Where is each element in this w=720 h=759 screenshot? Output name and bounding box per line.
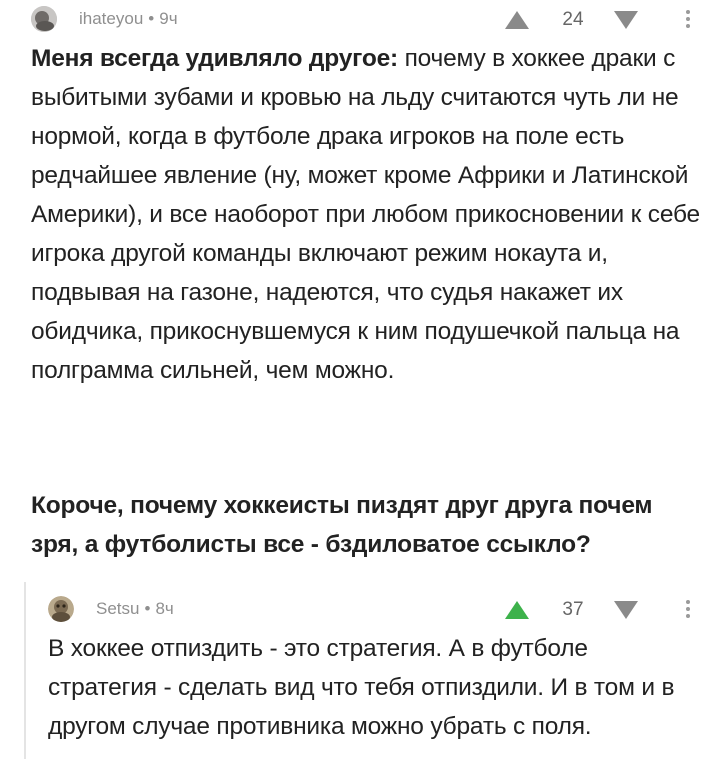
reply-author-name[interactable]: Setsu [96,599,139,618]
avatar-image [31,6,57,32]
more-dots-icon [683,10,693,28]
comment-time[interactable]: 9ч [159,9,177,28]
upvote-icon [505,601,529,619]
comment-conclusion-text: Короче, почему хоккеисты пиздят друг дру… [31,492,653,558]
reply-upvote-button[interactable] [504,599,530,621]
comment-header: ihateyou • 9ч 24 [0,0,720,40]
downvote-button[interactable] [613,9,639,31]
reply-avatar-image [48,596,74,622]
upvote-icon [505,11,529,29]
downvote-icon [614,601,638,619]
reply-downvote-button[interactable] [613,599,639,621]
meta-separator: • [148,9,155,28]
avatar[interactable] [31,6,57,32]
more-menu-button[interactable] [683,7,693,33]
reply-body: В хоккее отпиздить - это стратегия. А в … [48,629,703,746]
reply-rating: 37 [562,599,584,620]
reply-more-menu-button[interactable] [683,597,693,623]
comment-text: почему в хоккее драки с выбитыми зубами … [31,45,700,384]
comment-body: Меня всегда удивляло другое: почему в хо… [31,39,701,390]
upvote-button[interactable] [504,9,530,31]
more-dots-icon [683,600,693,618]
reply-avatar[interactable] [48,596,74,622]
author-name[interactable]: ihateyou [79,9,143,28]
author-line: ihateyou • 9ч [79,9,178,29]
comment-conclusion: Короче, почему хоккеисты пиздят друг дру… [31,486,701,564]
reply-author-line: Setsu • 8ч [96,599,174,619]
reply-header: Setsu • 8ч 37 [0,590,720,630]
reply-time[interactable]: 8ч [155,599,173,618]
comment-lead: Меня всегда удивляло другое: [31,45,398,72]
reply-text: В хоккее отпиздить - это стратегия. А в … [48,635,675,740]
comment-rating: 24 [562,9,584,30]
reply-meta-separator: • [144,599,151,618]
downvote-icon [614,11,638,29]
